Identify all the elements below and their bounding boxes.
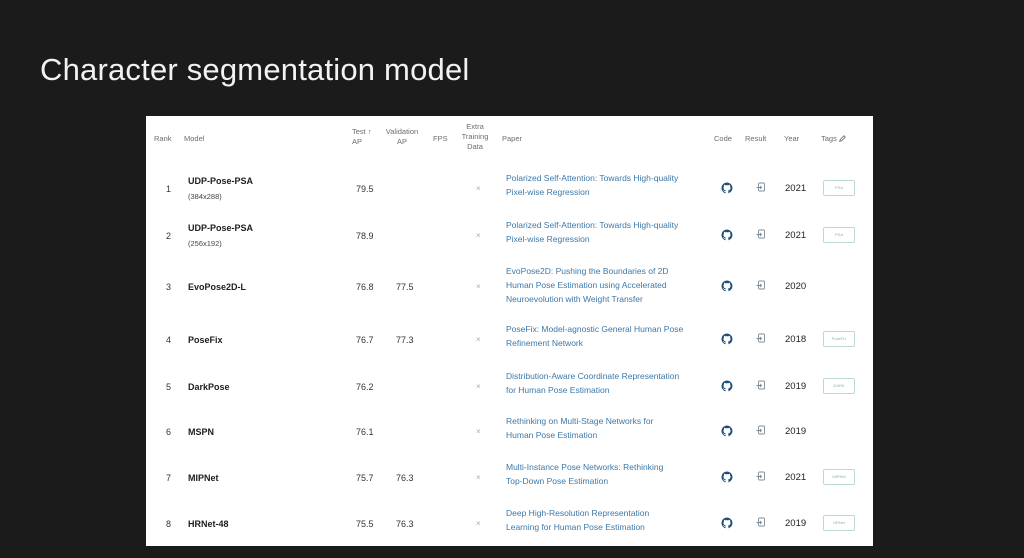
github-icon[interactable]	[721, 425, 733, 437]
test-ap-cell: 78.9	[356, 231, 374, 241]
extra-data-cell: ×	[476, 184, 481, 193]
result-icon[interactable]	[756, 471, 766, 482]
model-name-link[interactable]: MIPNet	[188, 473, 219, 483]
tag-badge[interactable]: PSA	[823, 227, 855, 243]
paper-link[interactable]: PoseFix: Model-agnostic General Human Po…	[506, 322, 718, 350]
github-icon[interactable]	[721, 471, 733, 483]
year-cell: 2019	[785, 426, 807, 437]
extra-data-cell: ×	[476, 473, 481, 482]
model-name-link[interactable]: UDP-Pose-PSA	[188, 176, 253, 186]
paper-link[interactable]: EvoPose2D: Pushing the Boundaries of 2D …	[506, 264, 718, 306]
table-row[interactable]: 1 UDP-Pose-PSA (384x288) 79.5 × Polarize…	[146, 168, 873, 208]
rank-cell: 2	[166, 231, 172, 241]
result-icon[interactable]	[756, 380, 766, 391]
rank-cell: 6	[166, 427, 172, 437]
model-name-link[interactable]: EvoPose2D-L	[188, 282, 246, 292]
paper-link[interactable]: Polarized Self-Attention: Towards High-q…	[506, 218, 718, 246]
year-cell: 2020	[785, 281, 807, 292]
year-cell: 2019	[785, 518, 807, 529]
table-row[interactable]: 7 MIPNet 75.7 76.3 × Multi-Instance Pose…	[146, 457, 873, 497]
paper-link[interactable]: Multi-Instance Pose Networks: Rethinking…	[506, 460, 718, 488]
tag-badge[interactable]: PSA	[823, 180, 855, 196]
github-icon[interactable]	[721, 380, 733, 392]
year-cell: 2021	[785, 230, 807, 241]
extra-data-cell: ×	[476, 282, 481, 291]
header-extra-training-data[interactable]: Extra Training Data	[458, 122, 492, 152]
paper-link[interactable]: Rethinking on Multi-Stage Networks for H…	[506, 414, 718, 442]
paper-link[interactable]: Deep High-Resolution Representation Lear…	[506, 506, 718, 534]
tag-badge[interactable]: DARK	[823, 378, 855, 394]
validation-ap-cell: 76.3	[396, 473, 414, 483]
year-cell: 2021	[785, 472, 807, 483]
header-paper[interactable]: Paper	[502, 134, 522, 144]
test-ap-cell: 76.2	[356, 382, 374, 392]
year-cell: 2019	[785, 381, 807, 392]
header-fps[interactable]: FPS	[433, 134, 448, 144]
extra-data-cell: ×	[476, 382, 481, 391]
extra-data-cell: ×	[476, 519, 481, 528]
rank-cell: 3	[166, 282, 172, 292]
table-row[interactable]: 5 DarkPose 76.2 × Distribution-Aware Coo…	[146, 366, 873, 406]
test-ap-cell: 75.7	[356, 473, 374, 483]
year-cell: 2018	[785, 334, 807, 345]
test-ap-cell: 79.5	[356, 184, 374, 194]
github-icon[interactable]	[721, 280, 733, 292]
header-tags[interactable]: Tags	[821, 134, 846, 144]
model-name-link[interactable]: DarkPose	[188, 382, 230, 392]
test-ap-cell: 76.1	[356, 427, 374, 437]
tag-badge[interactable]: HRNet	[823, 515, 855, 531]
paper-link[interactable]: Distribution-Aware Coordinate Representa…	[506, 369, 718, 397]
rank-cell: 4	[166, 335, 172, 345]
test-ap-cell: 75.5	[356, 519, 374, 529]
table-header: Rank Model Test ↑ AP Validation AP FPS E…	[146, 116, 873, 160]
test-ap-cell: 76.8	[356, 282, 374, 292]
header-result[interactable]: Result	[745, 134, 766, 144]
model-subtitle: (384x288)	[188, 192, 222, 201]
model-subtitle: (256x192)	[188, 239, 222, 248]
rank-cell: 7	[166, 473, 172, 483]
header-year[interactable]: Year	[784, 134, 799, 144]
validation-ap-cell: 77.5	[396, 282, 414, 292]
result-icon[interactable]	[756, 517, 766, 528]
table-row[interactable]: 8 HRNet-48 75.5 76.3 × Deep High-Resolut…	[146, 503, 873, 543]
rank-cell: 1	[166, 184, 172, 194]
edit-icon[interactable]	[838, 135, 846, 142]
header-model[interactable]: Model	[184, 134, 204, 144]
header-rank[interactable]: Rank	[154, 134, 172, 144]
table-row[interactable]: 3 EvoPose2D-L 76.8 77.5 × EvoPose2D: Pus…	[146, 266, 873, 306]
table-row[interactable]: 2 UDP-Pose-PSA (256x192) 78.9 × Polarize…	[146, 215, 873, 255]
header-test-ap[interactable]: Test ↑ AP	[352, 127, 372, 147]
table-row[interactable]: 6 MSPN 76.1 × Rethinking on Multi-Stage …	[146, 411, 873, 451]
result-icon[interactable]	[756, 425, 766, 436]
tag-badge[interactable]: PoseFix	[823, 331, 855, 347]
table-row[interactable]: 4 PoseFix 76.7 77.3 × PoseFix: Model-agn…	[146, 319, 873, 359]
model-name-link[interactable]: UDP-Pose-PSA	[188, 223, 253, 233]
leaderboard-table: Rank Model Test ↑ AP Validation AP FPS E…	[146, 116, 873, 546]
test-ap-cell: 76.7	[356, 335, 374, 345]
model-name-link[interactable]: HRNet-48	[188, 519, 229, 529]
rank-cell: 5	[166, 382, 172, 392]
rank-cell: 8	[166, 519, 172, 529]
extra-data-cell: ×	[476, 427, 481, 436]
paper-link[interactable]: Polarized Self-Attention: Towards High-q…	[506, 171, 718, 199]
result-icon[interactable]	[756, 229, 766, 240]
header-code[interactable]: Code	[714, 134, 732, 144]
year-cell: 2021	[785, 183, 807, 194]
slide-title: Character segmentation model	[40, 52, 470, 87]
header-validation-ap[interactable]: Validation AP	[382, 127, 422, 147]
github-icon[interactable]	[721, 517, 733, 529]
extra-data-cell: ×	[476, 231, 481, 240]
github-icon[interactable]	[721, 182, 733, 194]
github-icon[interactable]	[721, 229, 733, 241]
result-icon[interactable]	[756, 333, 766, 344]
model-name-link[interactable]: PoseFix	[188, 335, 223, 345]
result-icon[interactable]	[756, 182, 766, 193]
validation-ap-cell: 77.3	[396, 335, 414, 345]
result-icon[interactable]	[756, 280, 766, 291]
extra-data-cell: ×	[476, 335, 481, 344]
validation-ap-cell: 76.3	[396, 519, 414, 529]
model-name-link[interactable]: MSPN	[188, 427, 214, 437]
github-icon[interactable]	[721, 333, 733, 345]
tag-badge[interactable]: MIPNet	[823, 469, 855, 485]
